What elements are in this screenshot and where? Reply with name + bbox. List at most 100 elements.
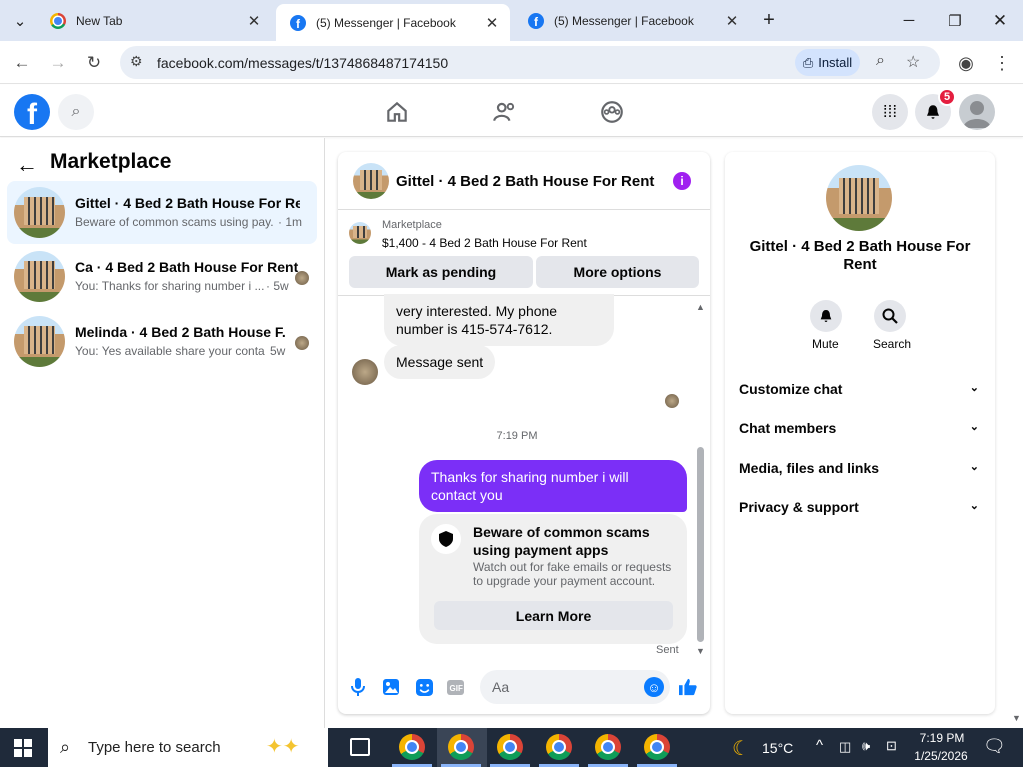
chrome-taskbar-icon[interactable]	[644, 734, 670, 760]
minimize-icon[interactable]: ─	[886, 0, 932, 41]
chrome-taskbar-icon[interactable]	[448, 734, 474, 760]
close-window-icon[interactable]: ✕	[977, 0, 1023, 41]
close-tab-icon[interactable]: ✕	[246, 12, 262, 30]
zoom-icon[interactable]: ⌕	[876, 52, 885, 70]
more-options-button[interactable]: More options	[536, 256, 699, 288]
taskbar-date[interactable]: 1/25/2026	[912, 749, 970, 763]
reload-icon[interactable]: ↻	[80, 49, 108, 77]
conversation-time: · 1m	[278, 215, 302, 229]
marketplace-listing-box: Marketplace $1,400 - 4 Bed 2 Bath House …	[338, 210, 710, 296]
new-tab-button[interactable]: +	[746, 0, 792, 41]
account-avatar[interactable]	[959, 94, 995, 130]
tab-new-tab[interactable]: New Tab ✕	[36, 0, 272, 41]
chrome-taskbar-icon[interactable]	[595, 734, 621, 760]
facebook-logo-icon[interactable]: f	[14, 94, 50, 130]
conversation-name: Ca · 4 Bed 2 Bath House For Rent	[75, 259, 299, 275]
notification-badge: 5	[938, 88, 956, 106]
listing-avatar	[14, 316, 65, 367]
volume-icon[interactable]: 🕪	[862, 738, 870, 754]
windows-taskbar: ⌕ Type here to search ✦✦ ☾ 15°C ^ ◫ 🕪 ⊡ …	[0, 728, 1023, 767]
search-icon[interactable]	[874, 300, 906, 332]
message-input[interactable]: Aa ☺	[480, 670, 670, 704]
close-tab-icon[interactable]: ✕	[484, 14, 500, 32]
menu-grid-icon[interactable]: ⁞⁞⁞	[872, 94, 908, 130]
back-icon[interactable]: ←	[8, 49, 36, 77]
weather-temp[interactable]: 15°C	[762, 740, 793, 756]
restore-icon[interactable]: ❐	[932, 0, 978, 41]
scroll-up-arrow-icon[interactable]: ▲	[696, 302, 705, 312]
scroll-down-arrow-icon[interactable]: ▼	[696, 646, 705, 656]
chevron-down-icon: ⌄	[969, 461, 979, 473]
menu-kebab-icon[interactable]: ⋮	[988, 49, 1016, 77]
conversation-time: 5w	[270, 344, 286, 358]
tab-title: New Tab	[76, 13, 123, 28]
notification-center-icon[interactable]: 🗨	[983, 736, 1006, 757]
listing-price-title[interactable]: $1,400 - 4 Bed 2 Bath House For Rent	[382, 236, 587, 250]
taskbar-search-box[interactable]: ⌕ Type here to search ✦✦	[48, 728, 328, 767]
site-info-icon[interactable]: ⚙	[130, 53, 143, 70]
windows-start-icon[interactable]	[14, 739, 32, 757]
photo-icon[interactable]	[382, 678, 400, 696]
taskbar-search-placeholder: Type here to search	[88, 739, 221, 756]
sender-avatar	[352, 359, 378, 385]
sticker-icon[interactable]	[415, 678, 433, 696]
meet-now-icon[interactable]: ◫	[839, 739, 851, 755]
conversation-item[interactable]: Ca · 4 Bed 2 Bath House For Rent You: Th…	[7, 245, 317, 308]
task-view-icon[interactable]	[350, 738, 370, 756]
message-timestamp: 7:19 PM	[496, 430, 538, 442]
tab-search-chevron-icon[interactable]: ⌄	[0, 0, 40, 41]
chat-avatar[interactable]	[353, 163, 389, 199]
install-button[interactable]: ⎙ Install	[795, 49, 860, 76]
info-avatar[interactable]	[826, 165, 892, 231]
search-icon[interactable]: ⌕	[58, 94, 94, 130]
facebook-icon: f	[290, 14, 306, 31]
tab-messenger[interactable]: f (5) Messenger | Facebook ✕	[514, 0, 750, 41]
microphone-icon[interactable]	[349, 678, 367, 696]
section-media-files-links[interactable]: Media, files and links ⌄	[739, 460, 979, 476]
address-bar[interactable]: ⚙ facebook.com/messages/t/13748684871741…	[120, 46, 940, 79]
section-chat-members[interactable]: Chat members ⌄	[739, 420, 979, 436]
mute-bell-icon[interactable]	[810, 300, 842, 332]
browser-toolbar: ← → ↻ ⚙ facebook.com/messages/t/13748684…	[0, 41, 1023, 84]
bookmark-star-icon[interactable]: ☆	[906, 52, 920, 72]
chrome-taskbar-icon[interactable]	[546, 734, 572, 760]
chat-scrollbar[interactable]	[697, 447, 704, 642]
groups-icon[interactable]	[599, 99, 625, 125]
conversation-item[interactable]: Gittel · 4 Bed 2 Bath House For Rent Bew…	[7, 181, 317, 244]
moon-weather-icon[interactable]: ☾	[732, 736, 750, 761]
back-arrow-icon[interactable]: ←	[16, 152, 38, 178]
friends-icon[interactable]	[492, 99, 518, 125]
emoji-icon[interactable]: ☺	[644, 677, 664, 697]
page-scroll-down-icon[interactable]: ▼	[1012, 713, 1021, 723]
home-icon[interactable]	[384, 99, 410, 125]
forward-icon[interactable]: →	[44, 49, 72, 77]
scam-warning-body: Watch out for fake emails or requests to…	[473, 560, 672, 588]
url-text[interactable]: facebook.com/messages/t/1374868487174150	[157, 55, 448, 71]
info-title: Gittel · 4 Bed 2 Bath House For Rent	[749, 238, 971, 273]
message-composer: GIF Aa ☺	[338, 664, 710, 714]
chrome-taskbar-icon[interactable]	[497, 734, 523, 760]
chat-header: Gittel · 4 Bed 2 Bath House For Rent i	[338, 152, 710, 210]
chevron-down-icon: ⌄	[969, 500, 979, 512]
tab-messenger-active[interactable]: f (5) Messenger | Facebook ✕	[276, 4, 510, 41]
conversation-info-panel: Gittel · 4 Bed 2 Bath House For Rent Mut…	[725, 152, 995, 714]
conversation-item[interactable]: Melinda · 4 Bed 2 Bath House F... You: Y…	[7, 310, 317, 373]
close-tab-icon[interactable]: ✕	[724, 12, 740, 30]
taskbar-clock[interactable]: 7:19 PM	[917, 731, 967, 745]
chrome-taskbar-icon[interactable]	[399, 734, 425, 760]
section-customize-chat[interactable]: Customize chat ⌄	[739, 381, 979, 397]
scam-warning-card: Beware of common scams using payment app…	[419, 514, 687, 644]
learn-more-button[interactable]: Learn More	[434, 601, 673, 630]
thumbs-up-icon[interactable]	[679, 678, 697, 696]
message-input-placeholder: Aa	[492, 679, 510, 695]
sparkle-icon: ✦✦	[266, 736, 300, 758]
browser-tab-strip: ⌄ New Tab ✕ f (5) Messenger | Facebook ✕…	[0, 0, 1023, 41]
section-privacy-support[interactable]: Privacy & support ⌄	[739, 499, 979, 515]
gif-icon[interactable]: GIF	[446, 678, 464, 696]
network-icon[interactable]: ⊡	[886, 738, 897, 754]
profile-icon[interactable]: ◉	[952, 49, 980, 77]
info-icon[interactable]: i	[673, 172, 691, 190]
mark-as-pending-button[interactable]: Mark as pending	[349, 256, 533, 288]
chevron-up-icon[interactable]: ^	[816, 737, 823, 754]
chat-title[interactable]: Gittel · 4 Bed 2 Bath House For Rent	[396, 173, 654, 190]
